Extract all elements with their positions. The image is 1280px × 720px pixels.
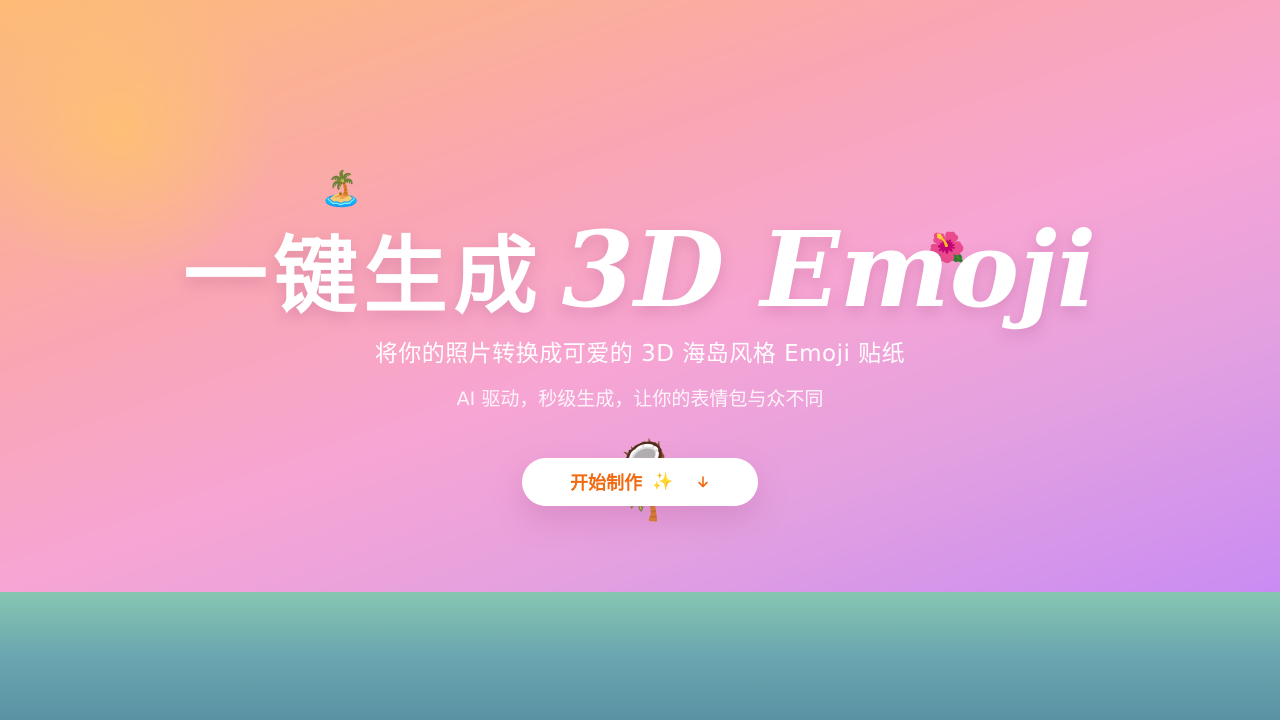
sparkles-icon: ✨: [652, 472, 674, 492]
hero-title-chinese: 一键生成: [183, 226, 544, 325]
ocean-band: [0, 592, 1280, 720]
start-creating-label: 开始制作: [570, 473, 643, 494]
hero-tagline: AI 驱动，秒级生成，让你的表情包与众不同: [456, 388, 824, 410]
island-emoji-icon: 🏝️: [320, 169, 363, 209]
hero-title-english: 3D Emoji: [561, 208, 1097, 331]
start-creating-button[interactable]: 开始制作 ✨: [522, 458, 758, 506]
hero-subtitle: 将你的照片转换成可爱的 3D 海岛风格 Emoji 贴纸: [374, 341, 906, 367]
hero-section: 🏝️ 🌺 一键生成 3D Emoji 将你的照片转换成可爱的 3D 海岛风格 Em…: [0, 0, 1280, 592]
hero-title: 一键生成 3D Emoji: [0, 208, 1280, 331]
arrow-down-icon: [697, 476, 708, 488]
